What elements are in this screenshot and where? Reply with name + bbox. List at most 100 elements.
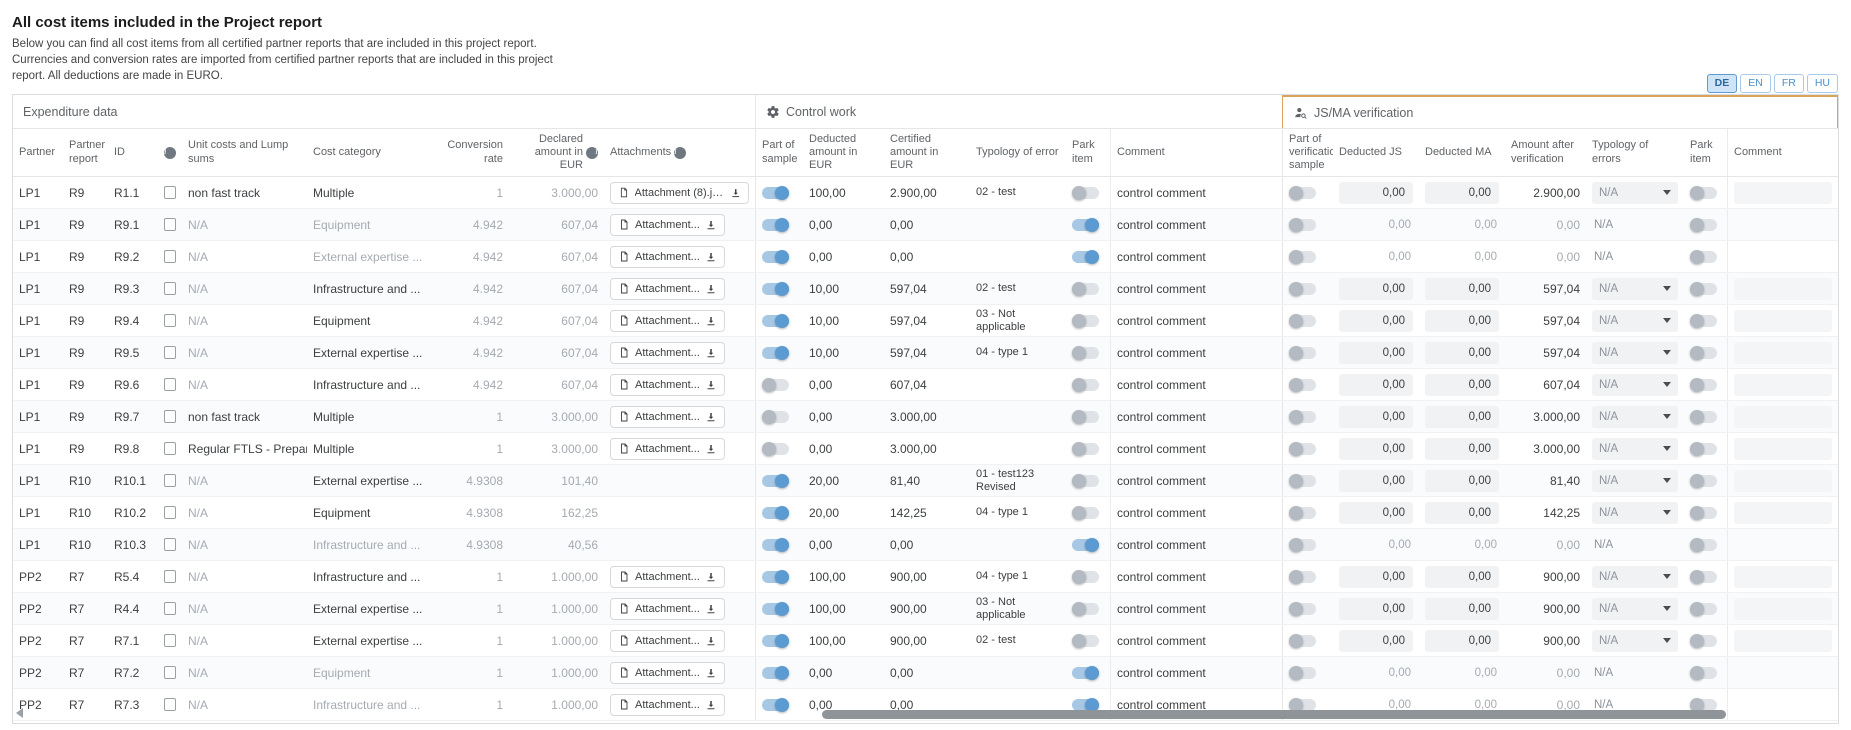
deducted-js-input[interactable]: 0,00 — [1339, 342, 1413, 364]
download-icon[interactable] — [705, 635, 717, 647]
deducted-js-input[interactable]: 0,00 — [1339, 214, 1413, 236]
park-item-toggle[interactable] — [1072, 443, 1099, 455]
deducted-ma-input[interactable]: 0,00 — [1425, 374, 1499, 396]
row-checkbox[interactable] — [164, 570, 176, 583]
typology-of-errors-select[interactable]: N/A — [1592, 374, 1678, 396]
download-icon[interactable] — [705, 411, 717, 423]
deducted-ma-input[interactable]: 0,00 — [1425, 342, 1499, 364]
attachment-chip[interactable]: Attachment... — [610, 406, 725, 428]
part-of-sample-toggle[interactable] — [762, 283, 789, 295]
row-checkbox[interactable] — [164, 506, 176, 519]
download-icon[interactable] — [705, 699, 717, 711]
verification-sample-toggle[interactable] — [1289, 667, 1316, 679]
row-checkbox[interactable] — [164, 474, 176, 487]
attachment-chip[interactable]: Attachment... — [610, 662, 725, 684]
park-item-toggle[interactable] — [1072, 187, 1099, 199]
typology-of-errors-select[interactable]: N/A — [1592, 310, 1678, 332]
attachment-chip[interactable]: Attachment... — [610, 438, 725, 460]
deducted-ma-input[interactable]: 0,00 — [1425, 630, 1499, 652]
row-checkbox[interactable] — [164, 186, 176, 199]
verification-sample-toggle[interactable] — [1289, 411, 1316, 423]
park-item-toggle[interactable] — [1072, 475, 1099, 487]
attachment-chip[interactable]: Attachment... — [610, 278, 725, 300]
verification-sample-toggle[interactable] — [1289, 379, 1316, 391]
verification-sample-toggle[interactable] — [1289, 251, 1316, 263]
part-of-sample-toggle[interactable] — [762, 571, 789, 583]
deducted-js-input[interactable]: 0,00 — [1339, 662, 1413, 684]
jsma-comment-input[interactable] — [1734, 342, 1832, 364]
download-icon[interactable] — [705, 379, 717, 391]
jsma-park-item-toggle[interactable] — [1690, 667, 1717, 679]
attachment-chip[interactable]: Attachment... — [610, 694, 725, 716]
row-checkbox[interactable] — [164, 314, 176, 327]
jsma-park-item-toggle[interactable] — [1690, 539, 1717, 551]
scroll-left-arrow-icon[interactable] — [16, 708, 23, 718]
jsma-comment-input[interactable] — [1734, 374, 1832, 396]
download-icon[interactable] — [705, 347, 717, 359]
verification-sample-toggle[interactable] — [1289, 475, 1316, 487]
park-item-toggle[interactable] — [1072, 379, 1099, 391]
download-icon[interactable] — [705, 283, 717, 295]
download-icon[interactable] — [705, 315, 717, 327]
part-of-sample-toggle[interactable] — [762, 539, 789, 551]
jsma-park-item-toggle[interactable] — [1690, 379, 1717, 391]
verification-sample-toggle[interactable] — [1289, 283, 1316, 295]
verification-sample-toggle[interactable] — [1289, 539, 1316, 551]
deducted-ma-input[interactable]: 0,00 — [1425, 662, 1499, 684]
jsma-park-item-toggle[interactable] — [1690, 443, 1717, 455]
deducted-ma-input[interactable]: 0,00 — [1425, 246, 1499, 268]
row-checkbox[interactable] — [164, 282, 176, 295]
part-of-sample-toggle[interactable] — [762, 507, 789, 519]
jsma-comment-input[interactable] — [1734, 438, 1832, 460]
jsma-park-item-toggle[interactable] — [1690, 187, 1717, 199]
typology-of-errors-select[interactable]: N/A — [1592, 662, 1678, 684]
part-of-sample-toggle[interactable] — [762, 635, 789, 647]
row-checkbox[interactable] — [164, 634, 176, 647]
verification-sample-toggle[interactable] — [1289, 603, 1316, 615]
part-of-sample-toggle[interactable] — [762, 347, 789, 359]
jsma-park-item-toggle[interactable] — [1690, 635, 1717, 647]
row-checkbox[interactable] — [164, 602, 176, 615]
attachment-chip[interactable]: Attachment... — [610, 566, 725, 588]
part-of-sample-toggle[interactable] — [762, 443, 789, 455]
jsma-park-item-toggle[interactable] — [1690, 475, 1717, 487]
verification-sample-toggle[interactable] — [1289, 315, 1316, 327]
deducted-ma-input[interactable]: 0,00 — [1425, 310, 1499, 332]
deducted-js-input[interactable]: 0,00 — [1339, 598, 1413, 620]
jsma-park-item-toggle[interactable] — [1690, 603, 1717, 615]
part-of-sample-toggle[interactable] — [762, 411, 789, 423]
attachment-chip[interactable]: Attachment... — [610, 374, 725, 396]
jsma-comment-input[interactable] — [1734, 502, 1832, 524]
deducted-ma-input[interactable]: 0,00 — [1425, 534, 1499, 556]
download-icon[interactable] — [730, 187, 742, 199]
jsma-park-item-toggle[interactable] — [1690, 699, 1717, 711]
download-icon[interactable] — [705, 603, 717, 615]
row-checkbox[interactable] — [164, 538, 176, 551]
park-item-toggle[interactable] — [1072, 251, 1099, 263]
deducted-ma-input[interactable]: 0,00 — [1425, 566, 1499, 588]
deducted-ma-input[interactable]: 0,00 — [1425, 406, 1499, 428]
part-of-sample-toggle[interactable] — [762, 219, 789, 231]
typology-of-errors-select[interactable]: N/A — [1592, 598, 1678, 620]
deducted-ma-input[interactable]: 0,00 — [1425, 502, 1499, 524]
jsma-comment-input[interactable] — [1734, 310, 1832, 332]
deducted-ma-input[interactable]: 0,00 — [1425, 470, 1499, 492]
jsma-comment-input[interactable] — [1734, 566, 1832, 588]
park-item-toggle[interactable] — [1072, 347, 1099, 359]
row-checkbox[interactable] — [164, 442, 176, 455]
verification-sample-toggle[interactable] — [1289, 507, 1316, 519]
jsma-comment-input[interactable] — [1734, 406, 1832, 428]
verification-sample-toggle[interactable] — [1289, 571, 1316, 583]
jsma-park-item-toggle[interactable] — [1690, 315, 1717, 327]
row-checkbox[interactable] — [164, 410, 176, 423]
row-checkbox[interactable] — [164, 218, 176, 231]
deducted-ma-input[interactable]: 0,00 — [1425, 598, 1499, 620]
deducted-ma-input[interactable]: 0,00 — [1425, 278, 1499, 300]
typology-of-errors-select[interactable]: N/A — [1592, 342, 1678, 364]
lang-button-en[interactable]: EN — [1740, 74, 1771, 93]
jsma-park-item-toggle[interactable] — [1690, 411, 1717, 423]
row-checkbox[interactable] — [164, 698, 176, 711]
download-icon[interactable] — [705, 571, 717, 583]
verification-sample-toggle[interactable] — [1289, 347, 1316, 359]
part-of-sample-toggle[interactable] — [762, 603, 789, 615]
